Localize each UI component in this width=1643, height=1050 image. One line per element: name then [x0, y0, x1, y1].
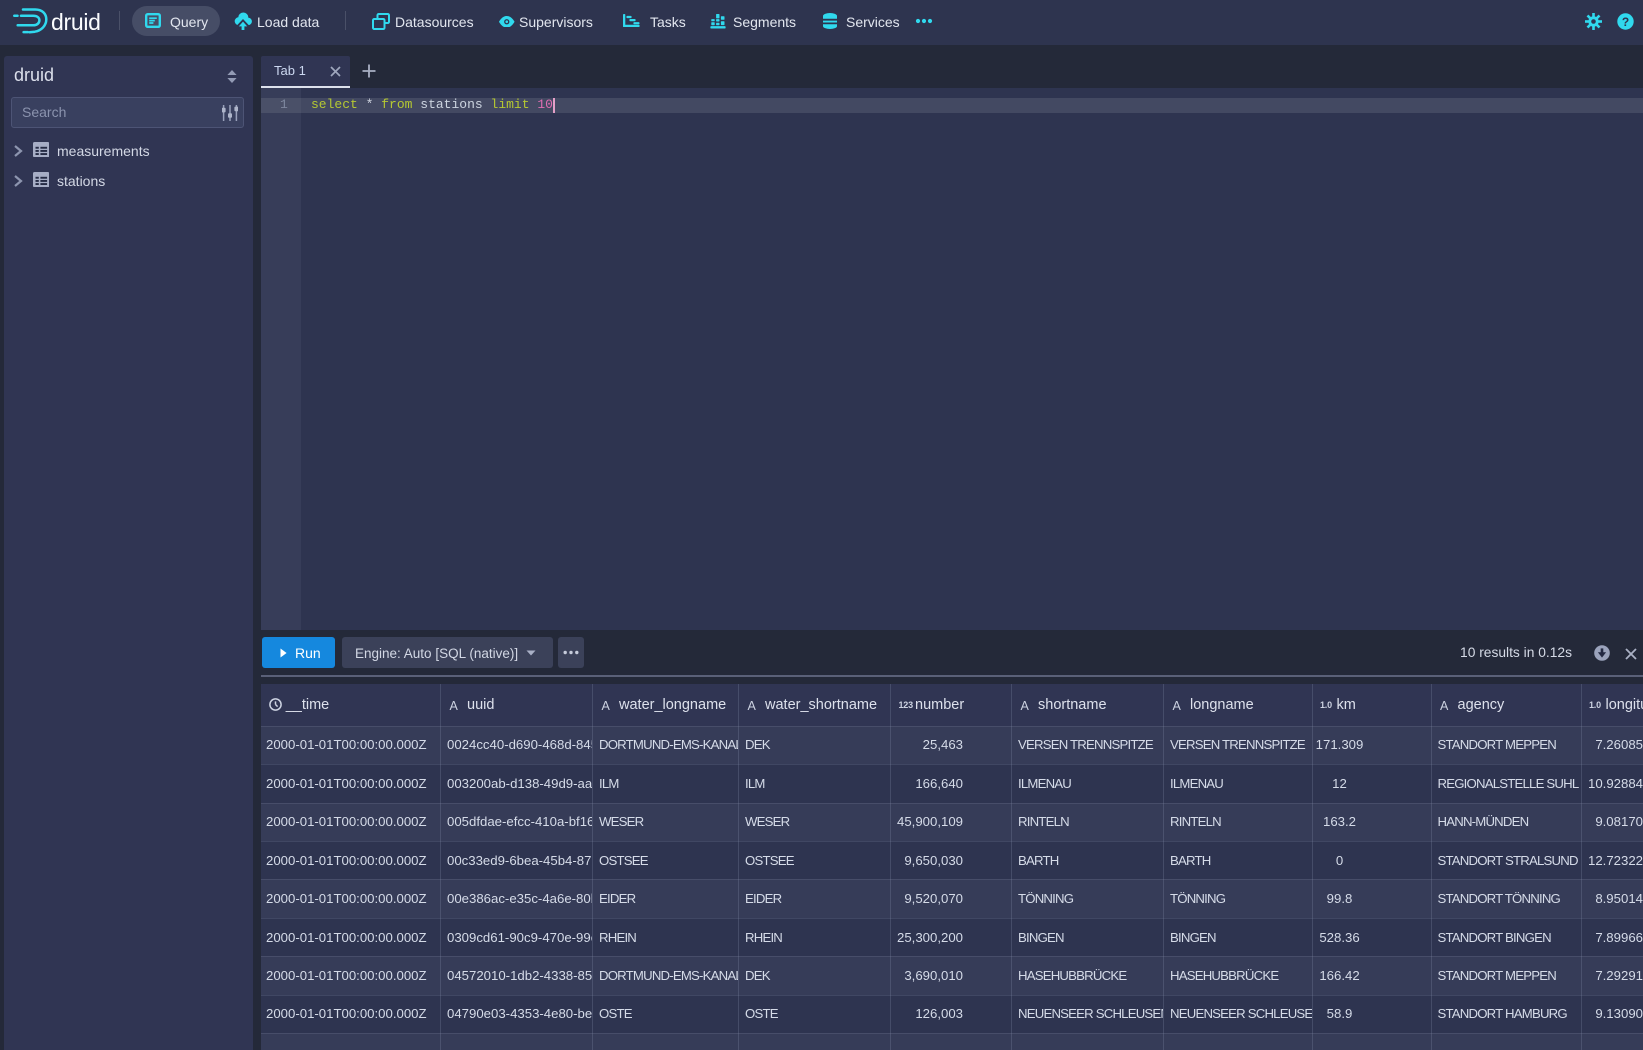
svg-text:?: ?: [1622, 14, 1629, 28]
